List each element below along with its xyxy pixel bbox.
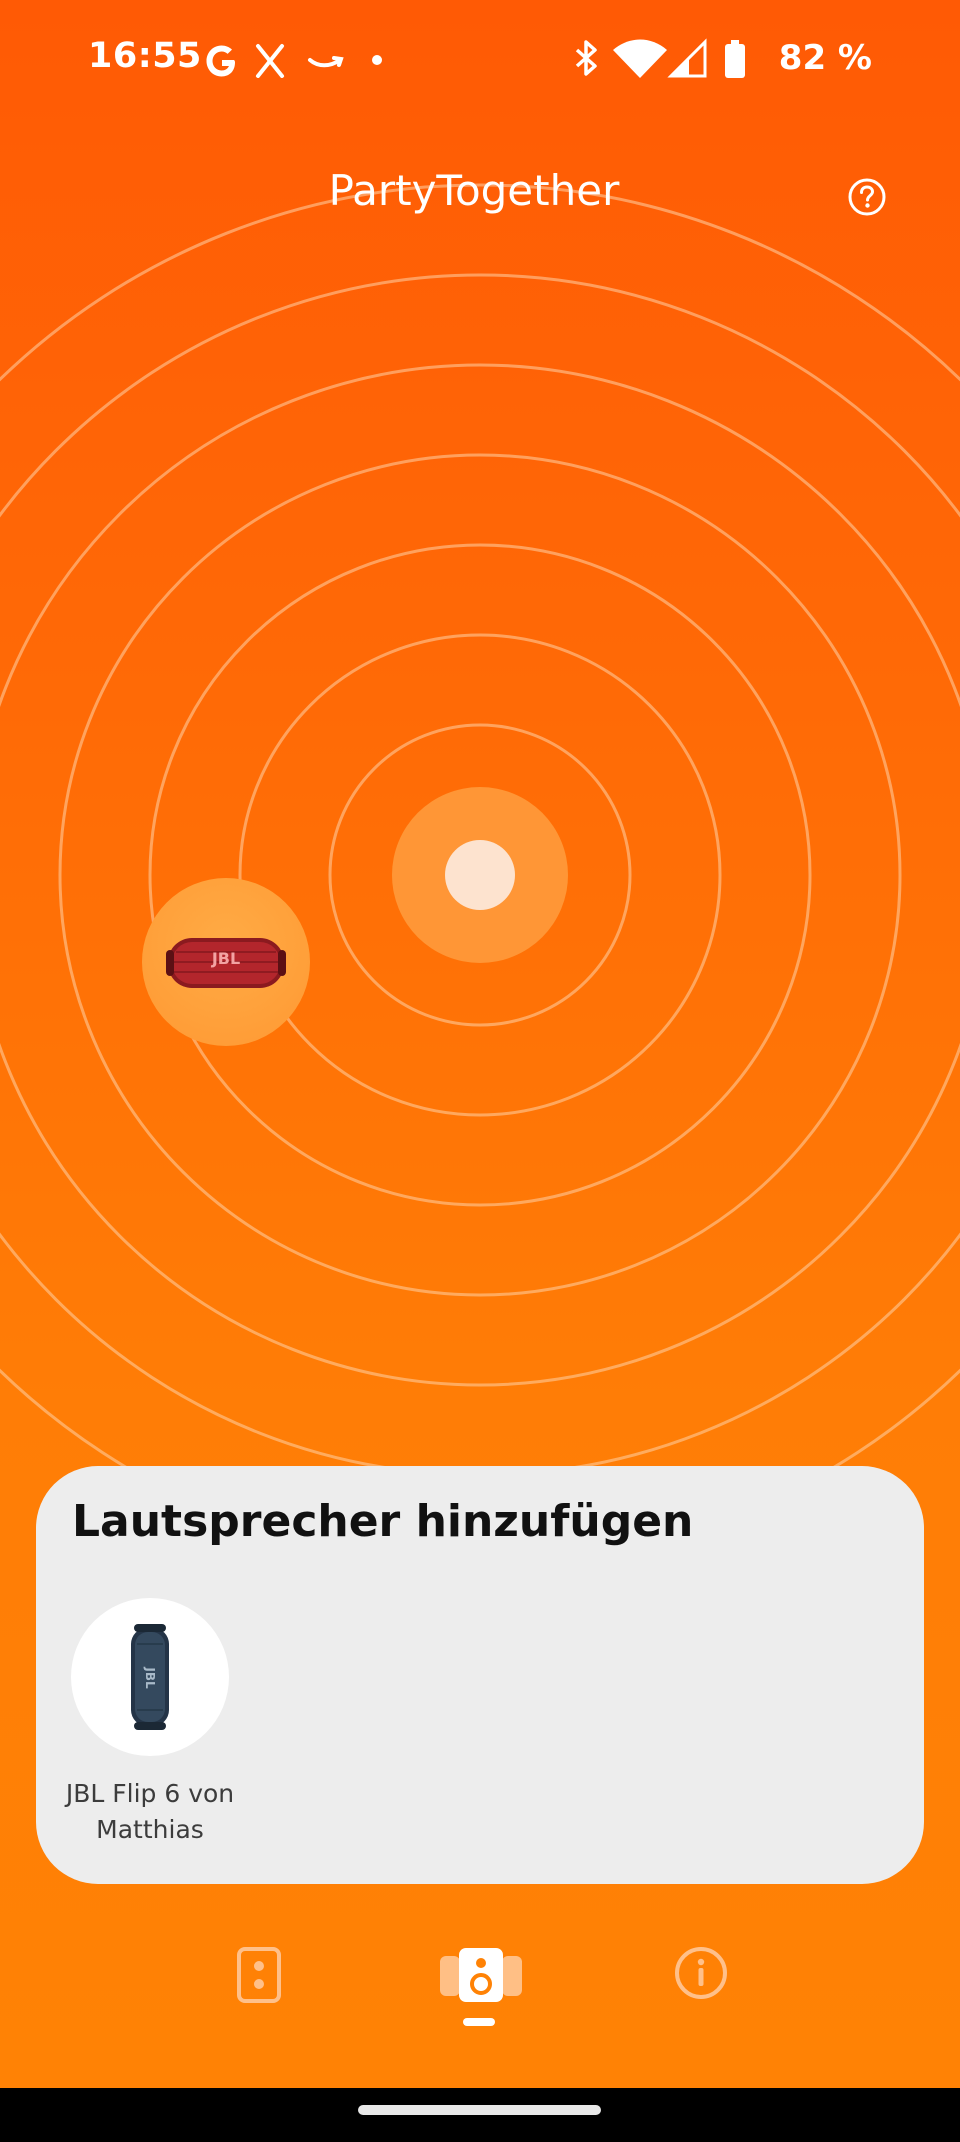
status-bar: 16:55 82 % [0, 0, 960, 118]
battery-level: 82 % [778, 38, 872, 78]
bluetooth-icon [575, 40, 597, 76]
party-together-screen: 16:55 82 % PartyTogether JBL Lautspreche… [0, 0, 960, 2142]
this-phone-node [392, 787, 568, 963]
device-avatar: JBL [71, 1598, 229, 1756]
info-icon[interactable] [674, 1946, 728, 2000]
dot-icon [372, 55, 382, 65]
connected-speaker[interactable]: JBL [142, 878, 310, 1046]
system-status-icons: 82 % [569, 36, 872, 80]
google-icon [206, 45, 235, 77]
question-circle-icon[interactable] [846, 176, 888, 218]
speaker-icon[interactable] [236, 1946, 282, 2004]
add-speaker-panel: Lautsprecher hinzufügen JBL JBL Flip 6 v… [36, 1466, 924, 1884]
svg-text:JBL: JBL [211, 949, 240, 968]
x-icon [256, 44, 284, 78]
amazon-icon [308, 56, 344, 68]
device-item[interactable]: JBL JBL Flip 6 von Matthias [66, 1598, 234, 1848]
svg-text:JBL: JBL [143, 1666, 157, 1689]
multi-speaker-icon[interactable] [440, 1946, 522, 2004]
battery-icon [724, 40, 745, 78]
jbl-flip-speaker-icon: JBL [131, 1624, 169, 1730]
bottom-navigation [0, 1920, 960, 2050]
device-label: JBL Flip 6 von Matthias [65, 1779, 235, 1844]
notification-icons [206, 44, 382, 78]
signal-icon [667, 38, 707, 78]
home-gesture-handle[interactable] [358, 2105, 601, 2115]
selected-tab-indicator [463, 2018, 495, 2026]
center-dot [445, 840, 515, 910]
jbl-charge-speaker-icon: JBL [166, 938, 286, 988]
panel-title: Lautsprecher hinzufügen [72, 1496, 694, 1547]
wifi-icon [612, 39, 667, 78]
gesture-navigation-bar [0, 2088, 960, 2142]
page-title: PartyTogether [328, 166, 620, 215]
status-time: 16:55 [88, 36, 202, 76]
